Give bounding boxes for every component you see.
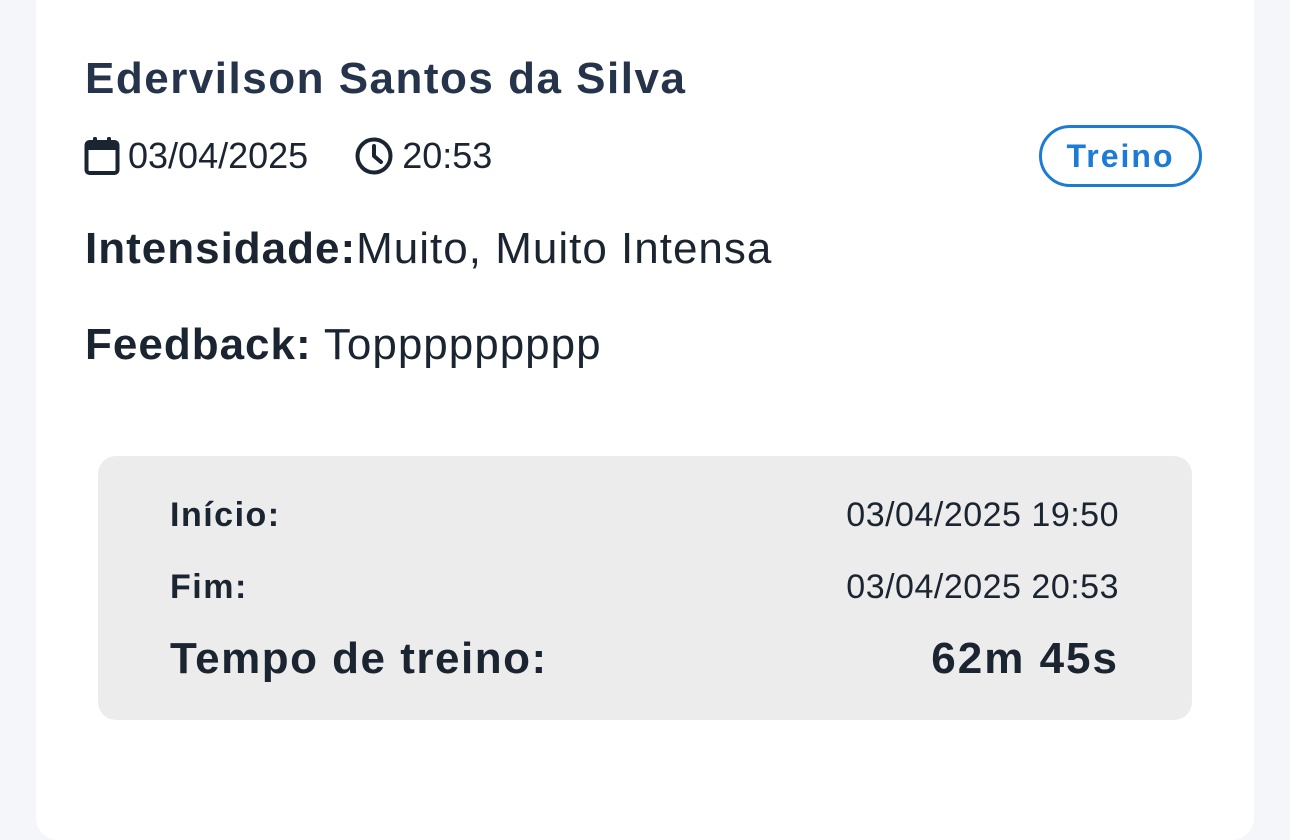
start-label: Início: [170,496,281,534]
training-summary-box: Início: 03/04/2025 19:50 Fim: 03/04/2025… [98,456,1192,720]
intensity-label: Intensidade: [85,224,357,273]
duration-label: Tempo de treino: [170,634,548,683]
start-value: 03/04/2025 19:50 [846,496,1119,534]
intensity-line: Intensidade:Muito, Muito Intensa [85,224,772,274]
time-text: 20:53 [402,135,493,176]
duration-row: Tempo de treino: 62m 45s [170,634,1119,684]
calendar-icon [84,136,120,176]
date-item: 03/04/2025 [84,135,308,177]
time-item: 20:53 [354,135,492,177]
feedback-label: Feedback: [85,320,312,369]
intensity-value: Muito, Muito Intensa [356,224,773,273]
feedback-value: Toppppppppp [323,320,602,369]
end-value: 03/04/2025 20:53 [846,568,1119,606]
clock-icon [354,136,394,176]
feedback-line: Feedback: Toppppppppp [85,320,602,370]
end-label: Fim: [170,568,248,606]
type-badge: Treino [1039,125,1202,187]
athlete-name: Edervilson Santos da Silva [85,54,687,103]
date-time-row: 03/04/2025 20:53 [84,134,492,178]
date-text: 03/04/2025 [128,135,309,176]
duration-value: 62m 45s [931,634,1119,683]
start-row: Início: 03/04/2025 19:50 [170,496,1119,535]
end-row: Fim: 03/04/2025 20:53 [170,568,1119,607]
